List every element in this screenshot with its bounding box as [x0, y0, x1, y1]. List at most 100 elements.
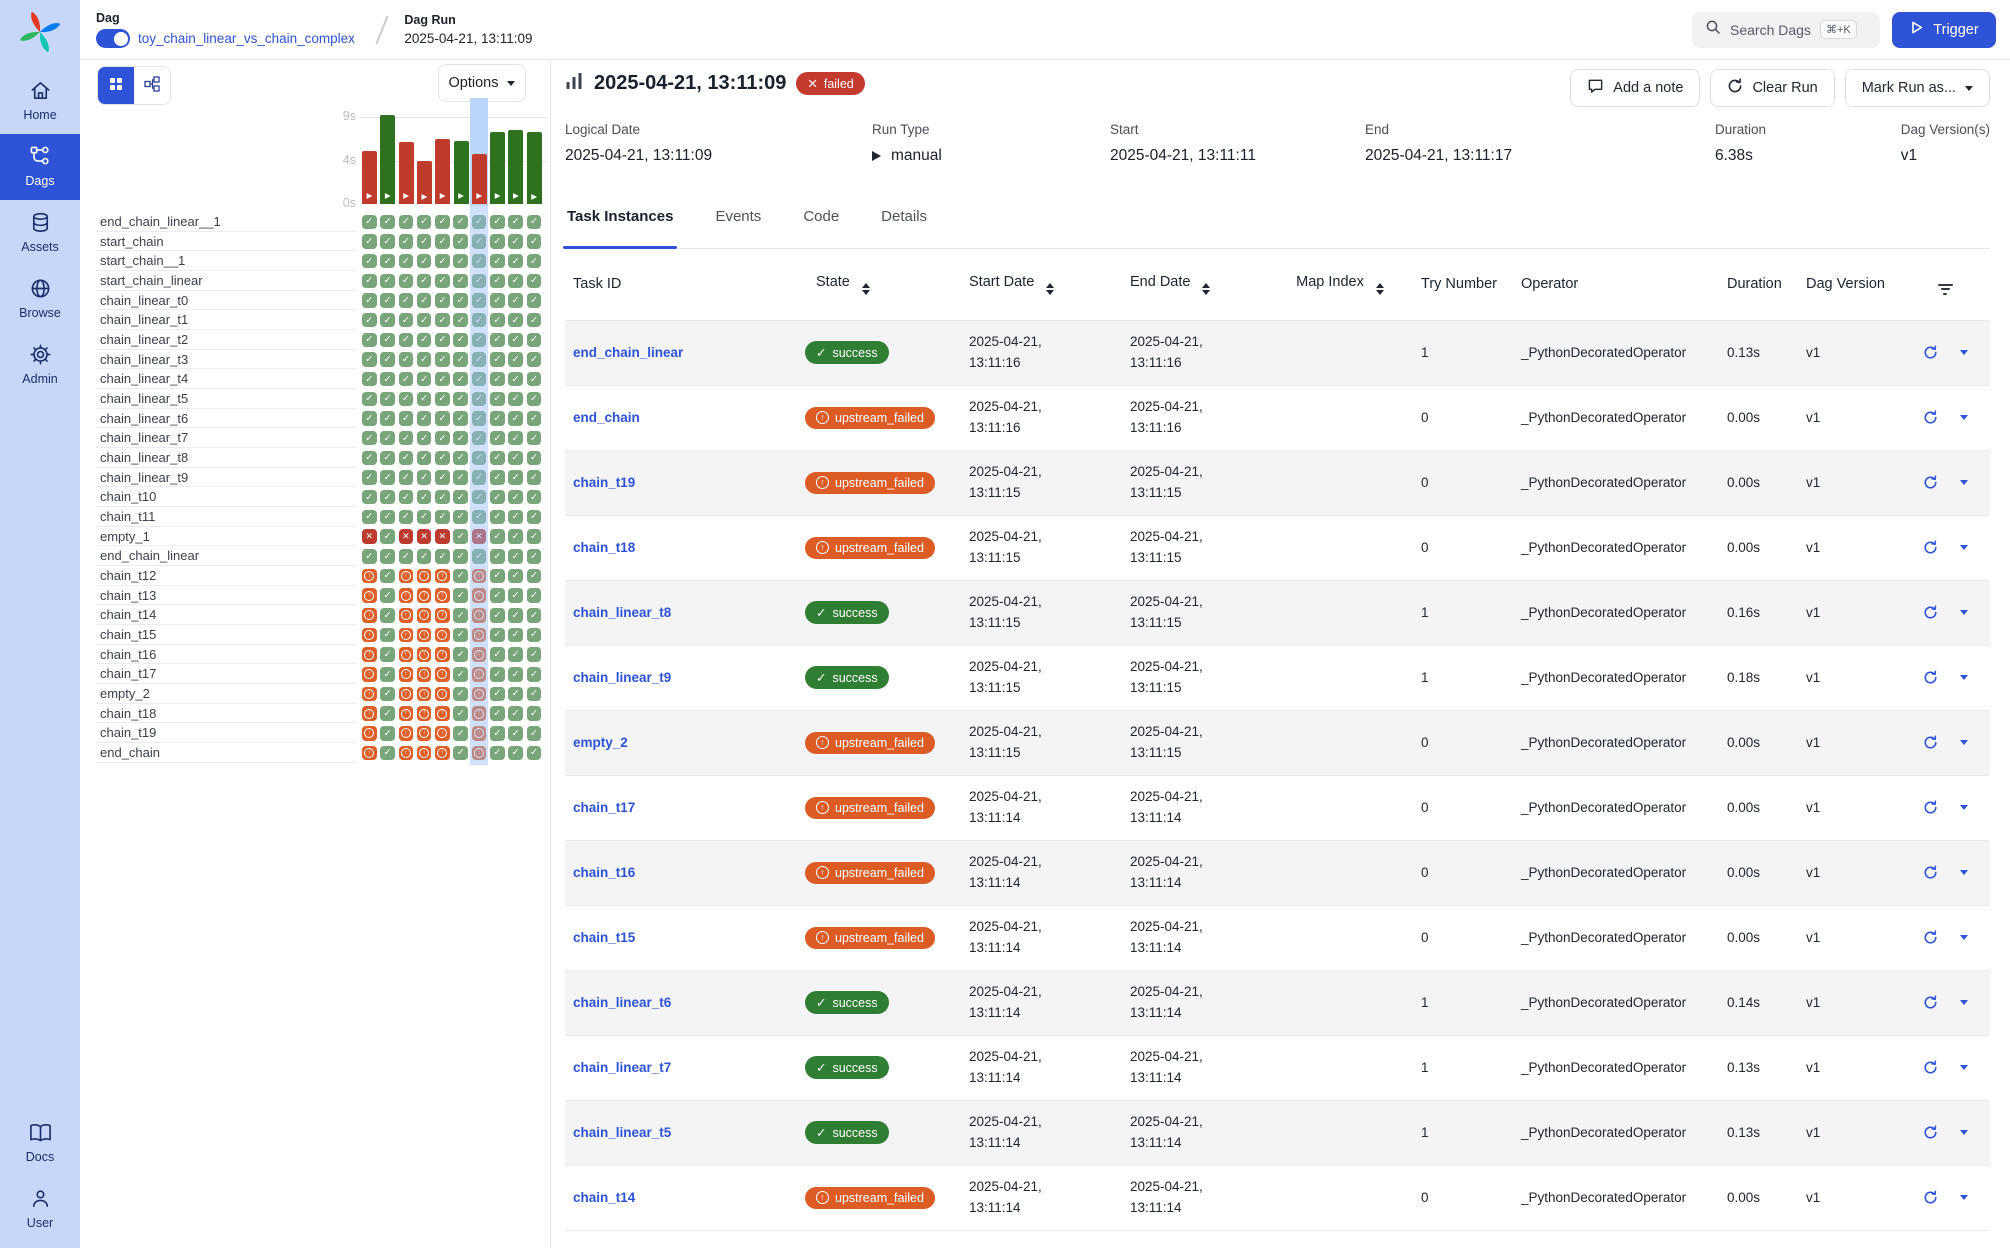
- task-instance-cell-success[interactable]: ✓: [527, 392, 542, 407]
- task-id-link[interactable]: end_chain: [573, 410, 640, 425]
- task-instance-cell-success[interactable]: ✓: [453, 667, 468, 682]
- task-instance-cell-success[interactable]: ✓: [453, 333, 468, 348]
- task-instance-cell-upstream[interactable]: ↑: [399, 628, 414, 643]
- task-instance-cell-success[interactable]: ✓: [453, 726, 468, 741]
- task-instance-cell-success[interactable]: ✓: [435, 470, 450, 485]
- task-instance-cell-upstream[interactable]: ↑: [362, 569, 377, 584]
- task-name-label[interactable]: chain_linear_t6: [96, 409, 356, 429]
- task-instance-cell-success[interactable]: ✓: [472, 372, 487, 387]
- task-name-label[interactable]: chain_linear_t1: [96, 310, 356, 330]
- task-instance-cell-success[interactable]: ✓: [508, 470, 523, 485]
- task-instance-cell-upstream[interactable]: ↑: [362, 706, 377, 721]
- task-instance-cell-success[interactable]: ✓: [380, 352, 395, 367]
- task-instance-cell-upstream[interactable]: ↑: [399, 706, 414, 721]
- task-instance-cell-success[interactable]: ✓: [453, 647, 468, 662]
- row-menu-caret-icon[interactable]: [1960, 1195, 1968, 1200]
- add-note-button[interactable]: Add a note: [1570, 69, 1700, 107]
- task-instance-cell-success[interactable]: ✓: [362, 313, 377, 328]
- task-name-label[interactable]: chain_t10: [96, 487, 356, 507]
- task-instance-cell-success[interactable]: ✓: [527, 333, 542, 348]
- task-instance-cell-success[interactable]: ✓: [435, 549, 450, 564]
- task-instance-cell-success[interactable]: ✓: [527, 588, 542, 603]
- row-menu-caret-icon[interactable]: [1960, 545, 1968, 550]
- task-instance-cell-success[interactable]: ✓: [362, 215, 377, 230]
- task-name-label[interactable]: chain_t16: [96, 645, 356, 665]
- task-instance-cell-success[interactable]: ✓: [453, 372, 468, 387]
- task-instance-cell-success[interactable]: ✓: [453, 529, 468, 544]
- dag-run-bar[interactable]: ▶: [417, 161, 432, 205]
- task-instance-cell-success[interactable]: ✓: [435, 234, 450, 249]
- task-instance-cell-success[interactable]: ✓: [508, 549, 523, 564]
- task-instance-cell-success[interactable]: ✓: [399, 451, 414, 466]
- task-instance-cell-success[interactable]: ✓: [453, 254, 468, 269]
- task-instance-cell-success[interactable]: ✓: [380, 372, 395, 387]
- row-menu-caret-icon[interactable]: [1960, 870, 1968, 875]
- task-instance-cell-success[interactable]: ✓: [417, 470, 432, 485]
- task-instance-cell-success[interactable]: ✓: [399, 470, 414, 485]
- task-instance-cell-success[interactable]: ✓: [508, 667, 523, 682]
- task-instance-cell-success[interactable]: ✓: [472, 510, 487, 525]
- task-instance-cell-upstream[interactable]: ↑: [362, 726, 377, 741]
- task-name-label[interactable]: end_chain: [96, 743, 356, 763]
- task-instance-cell-success[interactable]: ✓: [435, 313, 450, 328]
- task-instance-cell-success[interactable]: ✓: [490, 333, 505, 348]
- task-instance-cell-success[interactable]: ✓: [380, 254, 395, 269]
- task-instance-cell-success[interactable]: ✓: [380, 588, 395, 603]
- task-instance-cell-upstream[interactable]: ↑: [417, 746, 432, 761]
- task-id-link[interactable]: chain_linear_t6: [573, 995, 671, 1010]
- task-instance-cell-success[interactable]: ✓: [435, 431, 450, 446]
- task-instance-cell-success[interactable]: ✓: [380, 569, 395, 584]
- task-instance-cell-success[interactable]: ✓: [417, 333, 432, 348]
- task-instance-cell-success[interactable]: ✓: [435, 451, 450, 466]
- task-name-label[interactable]: chain_linear_t0: [96, 291, 356, 311]
- task-instance-cell-upstream[interactable]: ↑: [435, 667, 450, 682]
- task-instance-cell-success[interactable]: ✓: [399, 293, 414, 308]
- task-instance-cell-success[interactable]: ✓: [435, 293, 450, 308]
- dag-run-bar[interactable]: ▶: [399, 142, 414, 204]
- task-name-label[interactable]: chain_linear_t2: [96, 330, 356, 350]
- task-instance-cell-success[interactable]: ✓: [508, 529, 523, 544]
- task-instance-cell-success[interactable]: ✓: [472, 254, 487, 269]
- task-instance-cell-success[interactable]: ✓: [399, 274, 414, 289]
- task-instance-cell-success[interactable]: ✓: [527, 431, 542, 446]
- task-instance-cell-success[interactable]: ✓: [508, 352, 523, 367]
- task-instance-cell-upstream[interactable]: ↑: [417, 569, 432, 584]
- tab-task-instances[interactable]: Task Instances: [565, 202, 675, 248]
- task-name-label[interactable]: empty_1: [96, 527, 356, 547]
- task-instance-cell-success[interactable]: ✓: [435, 215, 450, 230]
- task-instance-cell-success[interactable]: ✓: [472, 392, 487, 407]
- task-instance-cell-success[interactable]: ✓: [472, 293, 487, 308]
- task-instance-cell-upstream[interactable]: ↑: [417, 628, 432, 643]
- sidebar-item-browse[interactable]: Browse: [0, 266, 80, 332]
- search-dags-input[interactable]: Search Dags ⌘+K: [1692, 12, 1880, 48]
- task-instance-cell-success[interactable]: ✓: [380, 274, 395, 289]
- task-instance-cell-success[interactable]: ✓: [453, 490, 468, 505]
- task-instance-cell-success[interactable]: ✓: [472, 451, 487, 466]
- task-instance-cell-success[interactable]: ✓: [435, 352, 450, 367]
- task-instance-cell-success[interactable]: ✓: [453, 352, 468, 367]
- task-instance-cell-failed[interactable]: ✕: [417, 529, 432, 544]
- task-instance-cell-success[interactable]: ✓: [490, 569, 505, 584]
- task-instance-cell-upstream[interactable]: ↑: [472, 667, 487, 682]
- task-instance-cell-success[interactable]: ✓: [527, 746, 542, 761]
- task-instance-cell-success[interactable]: ✓: [453, 706, 468, 721]
- task-instance-cell-success[interactable]: ✓: [362, 352, 377, 367]
- task-instance-cell-upstream[interactable]: ↑: [399, 726, 414, 741]
- task-instance-cell-success[interactable]: ✓: [490, 726, 505, 741]
- tab-events[interactable]: Events: [713, 202, 763, 248]
- mark-run-as-button[interactable]: Mark Run as...: [1845, 69, 1990, 107]
- task-instance-cell-success[interactable]: ✓: [399, 431, 414, 446]
- row-menu-caret-icon[interactable]: [1960, 805, 1968, 810]
- task-instance-cell-success[interactable]: ✓: [399, 352, 414, 367]
- row-menu-caret-icon[interactable]: [1960, 1130, 1968, 1135]
- dag-run-bar[interactable]: ▶: [362, 151, 377, 204]
- clear-run-button[interactable]: Clear Run: [1710, 69, 1834, 107]
- task-instance-cell-success[interactable]: ✓: [453, 510, 468, 525]
- options-button[interactable]: Options: [438, 64, 526, 102]
- task-instance-cell-success[interactable]: ✓: [362, 490, 377, 505]
- task-instance-cell-success[interactable]: ✓: [380, 510, 395, 525]
- task-instance-cell-success[interactable]: ✓: [472, 411, 487, 426]
- dag-run-bar[interactable]: ▶: [380, 115, 395, 204]
- task-instance-cell-success[interactable]: ✓: [417, 411, 432, 426]
- task-instance-cell-success[interactable]: ✓: [399, 234, 414, 249]
